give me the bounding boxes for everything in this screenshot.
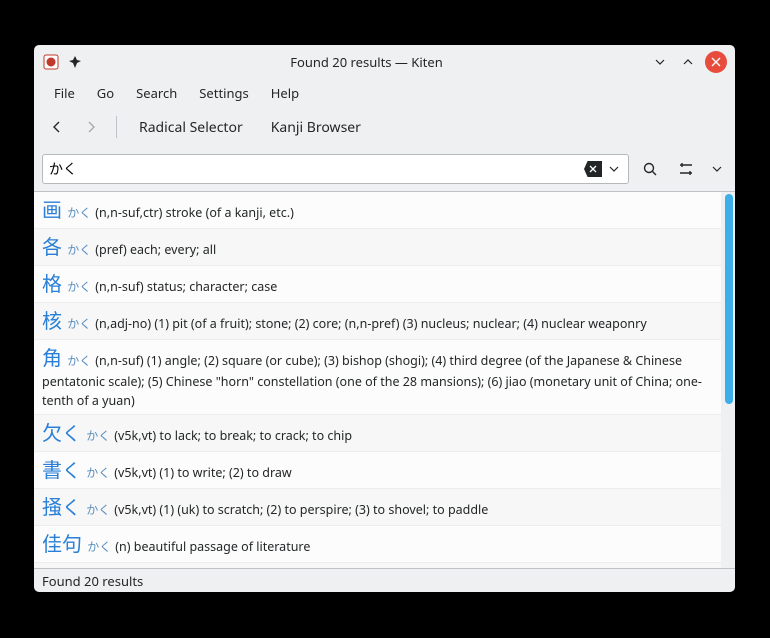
reading: かく bbox=[67, 278, 91, 295]
definition: (n,n-suf) (1) angle; (2) square (or cube… bbox=[42, 352, 702, 409]
app-icon bbox=[42, 53, 60, 71]
pin-icon[interactable] bbox=[66, 53, 84, 71]
result-entry[interactable]: 掻く かく(v5k,vt) (1) (uk) to scratch; (2) t… bbox=[34, 488, 721, 525]
menu-search[interactable]: Search bbox=[126, 80, 187, 106]
minimize-button[interactable] bbox=[649, 51, 671, 73]
back-button[interactable] bbox=[42, 113, 72, 141]
reading: かく bbox=[86, 501, 110, 518]
search-history-dropdown[interactable] bbox=[606, 161, 622, 177]
menu-help[interactable]: Help bbox=[261, 80, 309, 106]
search-box bbox=[42, 154, 629, 184]
scrollbar[interactable] bbox=[721, 192, 735, 568]
menu-settings[interactable]: Settings bbox=[189, 80, 258, 106]
result-entry[interactable]: 画 かく(n,n-suf,ctr) stroke (of a kanji, et… bbox=[34, 192, 721, 228]
status-text: Found 20 results bbox=[42, 572, 143, 590]
definition: (v5k,vt) (1) to write; (2) to draw bbox=[114, 464, 291, 481]
definition: (n,adj-no) (1) pit (of a fruit); stone; … bbox=[95, 315, 646, 332]
window-title: Found 20 results — Kiten bbox=[90, 53, 643, 71]
reading: かく bbox=[67, 241, 91, 258]
headword: 核 bbox=[42, 307, 62, 334]
reading: かく bbox=[87, 538, 111, 555]
headword: 格 bbox=[42, 270, 62, 297]
result-entry[interactable]: 格 かく(n,n-suf) status; character; case bbox=[34, 265, 721, 302]
reading: かく bbox=[86, 464, 110, 481]
reading: かく bbox=[67, 204, 91, 221]
filter-dropdown[interactable] bbox=[707, 155, 727, 183]
result-entry[interactable]: 書く かく(v5k,vt) (1) to write; (2) to draw bbox=[34, 451, 721, 488]
menu-go[interactable]: Go bbox=[87, 80, 124, 106]
statusbar: Found 20 results bbox=[34, 568, 735, 592]
definition: (pref) each; every; all bbox=[95, 241, 216, 258]
search-button[interactable] bbox=[635, 155, 665, 183]
close-button[interactable] bbox=[705, 51, 727, 73]
app-window: Found 20 results — Kiten File Go Search … bbox=[34, 45, 735, 592]
menu-file[interactable]: File bbox=[44, 80, 85, 106]
toolbar: Radical Selector Kanji Browser bbox=[34, 107, 735, 147]
search-row bbox=[34, 147, 735, 191]
forward-button[interactable] bbox=[76, 113, 106, 141]
definition: (v5k,vt) to lack; to break; to crack; to… bbox=[114, 427, 352, 444]
results-area: 画 かく(n,n-suf,ctr) stroke (of a kanji, et… bbox=[34, 191, 735, 568]
clear-icon[interactable] bbox=[584, 161, 602, 177]
radical-selector-button[interactable]: Radical Selector bbox=[127, 114, 255, 141]
headword: 角 bbox=[42, 344, 62, 371]
kanji-browser-button[interactable]: Kanji Browser bbox=[259, 114, 373, 141]
reading: かく bbox=[86, 427, 110, 444]
result-entry[interactable]: 核 かく(n,adj-no) (1) pit (of a fruit); sto… bbox=[34, 302, 721, 339]
result-entry[interactable]: 角 かく(n,n-suf) (1) angle; (2) square (or … bbox=[34, 339, 721, 414]
reading: かく bbox=[67, 352, 91, 369]
results-list: 画 かく(n,n-suf,ctr) stroke (of a kanji, et… bbox=[34, 192, 721, 568]
result-entry[interactable]: 佳句 かく(n) beautiful passage of literature bbox=[34, 525, 721, 562]
headword: 書く bbox=[42, 456, 81, 483]
toolbar-divider bbox=[116, 116, 117, 138]
search-input[interactable] bbox=[49, 160, 584, 179]
reading: かく bbox=[67, 315, 91, 332]
result-entry[interactable]: 欠く かく(v5k,vt) to lack; to break; to crac… bbox=[34, 414, 721, 451]
titlebar: Found 20 results — Kiten bbox=[34, 45, 735, 79]
headword: 佳句 bbox=[42, 530, 82, 557]
menubar: File Go Search Settings Help bbox=[34, 79, 735, 107]
headword: 画 bbox=[42, 196, 62, 223]
scrollbar-thumb[interactable] bbox=[725, 194, 733, 404]
headword: 各 bbox=[42, 233, 62, 260]
filter-button[interactable] bbox=[671, 155, 701, 183]
definition: (n) beautiful passage of literature bbox=[115, 538, 310, 555]
definition: (v5k,vt) (1) (uk) to scratch; (2) to per… bbox=[114, 501, 488, 518]
definition: (n,n-suf) status; character; case bbox=[95, 278, 277, 295]
result-entry[interactable]: 各 かく(pref) each; every; all bbox=[34, 228, 721, 265]
headword: 掻く bbox=[42, 493, 81, 520]
definition: (n,n-suf,ctr) stroke (of a kanji, etc.) bbox=[95, 204, 294, 221]
headword: 欠く bbox=[42, 419, 81, 446]
maximize-button[interactable] bbox=[677, 51, 699, 73]
